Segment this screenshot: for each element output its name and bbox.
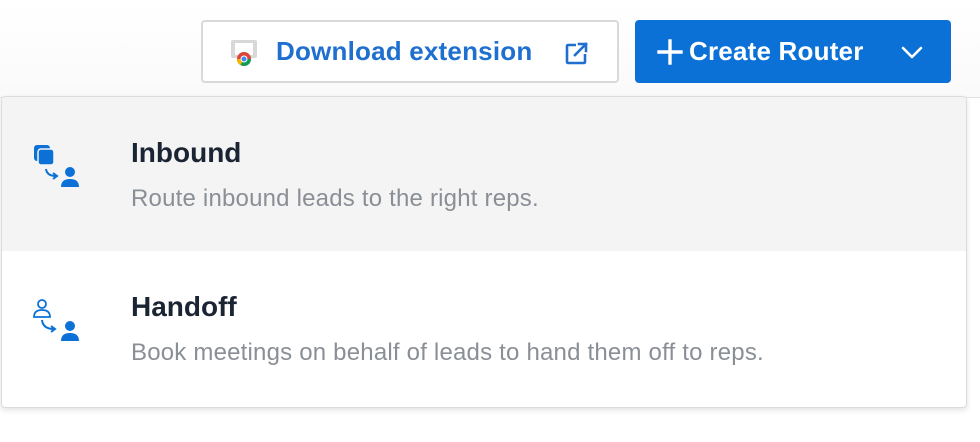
menu-item-handoff[interactable]: Handoff Book meetings on behalf of leads… <box>2 251 966 405</box>
menu-item-inbound[interactable]: Inbound Route inbound leads to the right… <box>2 97 966 251</box>
menu-item-description: Book meetings on behalf of leads to hand… <box>131 339 764 366</box>
menu-item-title: Handoff <box>131 291 237 322</box>
chrome-icon <box>231 39 257 66</box>
create-router-label: Create Router <box>689 36 864 66</box>
menu-item-title: Inbound <box>131 137 242 168</box>
download-extension-label: Download extension <box>276 36 533 66</box>
create-router-dropdown: Inbound Route inbound leads to the right… <box>1 96 967 408</box>
external-link-icon <box>565 42 588 65</box>
create-router-button[interactable]: Create Router <box>635 20 951 83</box>
chevron-down-icon <box>901 46 923 59</box>
handoff-router-icon <box>33 299 79 341</box>
menu-item-description: Route inbound leads to the right reps. <box>131 185 539 212</box>
inbound-router-icon <box>34 145 79 187</box>
download-extension-button[interactable]: Download extension <box>201 20 619 83</box>
plus-icon <box>657 38 683 65</box>
